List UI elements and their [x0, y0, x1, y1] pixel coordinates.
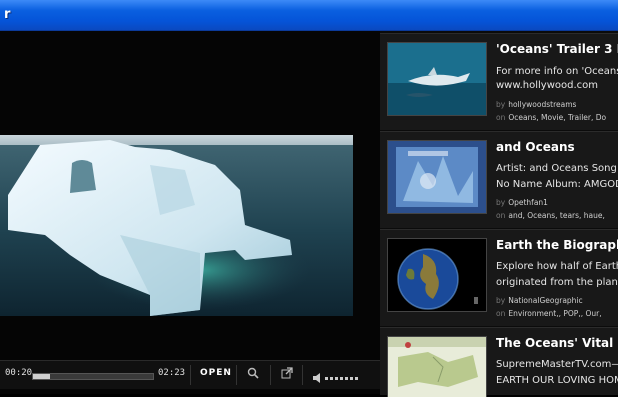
video-thumbnail[interactable] — [387, 336, 487, 397]
item-title[interactable]: and Oceans — [496, 140, 575, 154]
video-frame[interactable] — [0, 135, 353, 316]
item-description-line: EARTH OUR LOVING HOM — [496, 375, 618, 386]
item-author: by Opethfan1 — [496, 198, 548, 207]
duration-time: 02:23 — [158, 368, 186, 378]
video-thumbnail[interactable] — [387, 238, 487, 312]
author-name[interactable]: hollywoodstreams — [508, 100, 576, 109]
map-thumbnail-image — [388, 337, 486, 397]
divider — [270, 365, 271, 385]
tags-list: and, Oceans, tears, haue, — [508, 211, 605, 220]
window-titlebar: r — [0, 0, 618, 31]
item-tags: on Oceans, Movie, Trailer, Do — [496, 113, 606, 122]
tags-list: Environment,, POP,, Our, — [508, 309, 602, 318]
list-item[interactable]: 'Oceans' Trailer 3 H For more info on 'O… — [380, 33, 618, 130]
list-item[interactable]: and Oceans Artist: and Oceans Song: No N… — [380, 131, 618, 228]
divider — [236, 365, 237, 385]
player-controls: 00:20 02:23 OPEN — [0, 360, 380, 389]
tags-prefix: on — [496, 309, 506, 318]
by-prefix: by — [496, 100, 506, 109]
item-description-line: SupremeMasterTV.com— — [496, 359, 618, 370]
item-title[interactable]: The Oceans' Vital R — [496, 336, 618, 350]
list-item[interactable]: Earth the Biography Explore how half of … — [380, 229, 618, 326]
item-description-line: originated from the planet — [496, 277, 618, 288]
item-tags: on Environment,, POP,, Our, — [496, 309, 602, 318]
popout-icon[interactable] — [281, 367, 293, 382]
item-title[interactable]: 'Oceans' Trailer 3 H — [496, 42, 618, 56]
item-description-line: Explore how half of Earth — [496, 261, 618, 272]
video-thumbnail[interactable] — [387, 42, 487, 116]
item-title[interactable]: Earth the Biography — [496, 238, 618, 252]
current-time: 00:20 — [5, 368, 33, 378]
seek-bar[interactable] — [32, 373, 154, 380]
window-title: r — [4, 7, 11, 22]
shark-thumbnail-image — [388, 43, 486, 115]
iceberg-video-image — [0, 135, 353, 316]
item-tags: on and, Oceans, tears, haue, — [496, 211, 605, 220]
tags-prefix: on — [496, 211, 506, 220]
tags-prefix: on — [496, 113, 506, 122]
item-author: by NationalGeographic — [496, 296, 583, 305]
item-description-line: www.hollywood.com — [496, 80, 599, 91]
by-prefix: by — [496, 198, 506, 207]
video-player[interactable]: 00:20 02:23 OPEN — [0, 31, 380, 394]
seek-bar-fill — [33, 374, 50, 379]
author-name[interactable]: Opethfan1 — [508, 198, 548, 207]
search-icon[interactable] — [247, 367, 259, 382]
divider — [190, 365, 191, 385]
open-button[interactable]: OPEN — [200, 368, 232, 378]
related-videos-list: 'Oceans' Trailer 3 H For more info on 'O… — [380, 31, 618, 397]
album-art-thumbnail-image — [388, 141, 486, 213]
divider — [302, 365, 303, 385]
item-author: by hollywoodstreams — [496, 100, 576, 109]
tags-list: Oceans, Movie, Trailer, Do — [508, 113, 607, 122]
author-name[interactable]: NationalGeographic — [508, 296, 582, 305]
item-description-line: Artist: and Oceans Song: — [496, 163, 618, 174]
list-item[interactable]: The Oceans' Vital R SupremeMasterTV.com—… — [380, 327, 618, 397]
earth-thumbnail-image — [388, 239, 486, 311]
item-description-line: No Name Album: AMGOD — [496, 179, 618, 190]
volume-control[interactable] — [313, 369, 373, 383]
by-prefix: by — [496, 296, 506, 305]
item-description-line: For more info on 'Oceans' — [496, 66, 618, 77]
video-thumbnail[interactable] — [387, 140, 487, 214]
